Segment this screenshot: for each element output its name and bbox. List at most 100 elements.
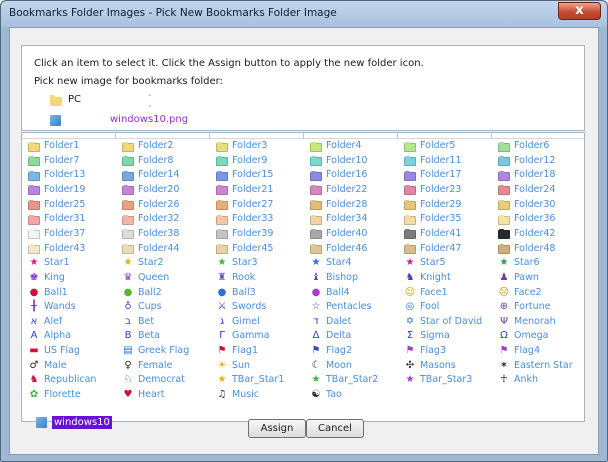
grid-item-label: Folder30 bbox=[514, 198, 556, 210]
folder-icon bbox=[310, 213, 322, 225]
grid-item-label: Folder1 bbox=[44, 140, 80, 151]
grid-item-label: Florette bbox=[44, 389, 81, 401]
folder-icon bbox=[28, 169, 40, 181]
folder-icon bbox=[498, 184, 510, 196]
grid-item-label: Bet bbox=[138, 315, 155, 327]
sigma-icon: Σ bbox=[406, 330, 414, 342]
music-icon: ♫ bbox=[217, 389, 227, 401]
grid-item-label: Folder7 bbox=[44, 154, 80, 166]
folder-icon bbox=[28, 228, 40, 240]
heart-icon: ♥ bbox=[123, 389, 133, 401]
folder-icon bbox=[122, 213, 134, 225]
chess-queen-icon: ♛ bbox=[123, 271, 133, 283]
grid-item-label: Folder17 bbox=[420, 169, 462, 181]
grid-item-label: Folder29 bbox=[420, 198, 462, 210]
grid-item-label: Bishop bbox=[326, 271, 358, 283]
ball-icon: ● bbox=[123, 286, 133, 298]
dialog-body: Click an item to select it. Click the As… bbox=[9, 27, 599, 455]
yin-yang-icon: ☯ bbox=[311, 389, 321, 401]
grid-item-label: Ball1 bbox=[44, 286, 68, 298]
grid-item-label: Folder32 bbox=[138, 213, 180, 225]
grid-item-label: Folder2 bbox=[138, 140, 174, 151]
star-icon: ★ bbox=[29, 257, 39, 269]
grid-item-label: Folder3 bbox=[232, 140, 268, 151]
republican-icon: ♞ bbox=[29, 374, 39, 386]
grid-item-label: Folder43 bbox=[44, 242, 86, 254]
star-icon: ★ bbox=[499, 257, 509, 269]
folder-icon bbox=[216, 169, 228, 181]
grid-item-label: Republican bbox=[44, 374, 97, 386]
grid-item-label: Folder14 bbox=[138, 169, 180, 181]
folder-icon bbox=[404, 213, 416, 225]
windows-logo-icon bbox=[50, 115, 61, 126]
folder-icon bbox=[122, 140, 134, 152]
pc-label: PC bbox=[68, 94, 82, 105]
grid-item-label: Democrat bbox=[138, 374, 185, 386]
ball-icon: ● bbox=[217, 286, 227, 298]
grid-item-label: Gamma bbox=[232, 330, 270, 342]
folder-icon bbox=[310, 199, 322, 211]
assign-button[interactable]: Assign bbox=[248, 419, 306, 438]
grid-item-label: Alef bbox=[44, 315, 63, 327]
folder-icon bbox=[404, 243, 416, 255]
democrat-icon: ♘ bbox=[123, 374, 133, 386]
folder-icon bbox=[404, 155, 416, 167]
grid-item-label: Pentacles bbox=[326, 301, 372, 313]
folder-icon bbox=[216, 213, 228, 225]
image-list[interactable]: Folder1 Folder2 Folder3 Folder4 Folder5 Folde… bbox=[21, 132, 585, 429]
grid-item-label: Folder37 bbox=[44, 227, 86, 239]
cups-icon: ♁ bbox=[124, 301, 132, 313]
title-bar[interactable]: Bookmarks Folder Images - Pick New Bookm… bbox=[1, 1, 607, 27]
close-button[interactable]: x bbox=[558, 2, 601, 20]
gamma-icon: Γ bbox=[219, 330, 225, 342]
grid-item-label: TBar_Star1 bbox=[232, 374, 285, 386]
grid-item-label: Folder31 bbox=[44, 213, 86, 225]
grid-item-label: Star2 bbox=[138, 257, 164, 269]
grid-item-label: Sun bbox=[232, 359, 251, 371]
alpha-icon: A bbox=[30, 330, 38, 342]
star-icon: ★ bbox=[311, 257, 321, 269]
grid-item-label: Delta bbox=[326, 330, 352, 342]
star-of-david-icon: ✡ bbox=[405, 315, 415, 327]
folder-icon bbox=[216, 228, 228, 240]
grid-item-label: Folder39 bbox=[232, 227, 274, 239]
folder-icon bbox=[216, 184, 228, 196]
folder-icon bbox=[404, 140, 416, 152]
folder-icon bbox=[498, 155, 510, 167]
grid-item-label: Folder10 bbox=[326, 154, 368, 166]
grid-item-label: Folder33 bbox=[232, 213, 274, 225]
folder-icon bbox=[310, 140, 322, 152]
omega-icon: Ω bbox=[500, 330, 508, 342]
chess-knight-icon: ♞ bbox=[405, 271, 415, 283]
grid-item-label: Flag1 bbox=[232, 345, 258, 357]
grid-item-label: King bbox=[44, 271, 65, 283]
ball-icon: ● bbox=[311, 286, 321, 298]
grid-item-label: Ball2 bbox=[138, 286, 162, 298]
star-icon: ★ bbox=[123, 257, 133, 269]
folder-icon bbox=[28, 184, 40, 196]
prompt-text: Pick new image for bookmarks folder: bbox=[34, 76, 223, 87]
cancel-button[interactable]: Cancel bbox=[306, 419, 364, 438]
grid-item-label: Folder22 bbox=[326, 183, 368, 195]
folder-icon bbox=[28, 213, 40, 225]
folder-icon bbox=[498, 169, 510, 181]
folder-icon bbox=[216, 243, 228, 255]
grid-item-label: Tao bbox=[326, 389, 342, 401]
grid-item-label: Omega bbox=[514, 330, 549, 342]
grid-item-label: Folder38 bbox=[138, 227, 180, 239]
folder-icon bbox=[310, 155, 322, 167]
grid-item-label: Folder15 bbox=[232, 169, 274, 181]
grid-item-label: Ball3 bbox=[232, 286, 256, 298]
grid-item-label: Folder24 bbox=[514, 183, 556, 195]
grid-item-label: Male bbox=[44, 359, 67, 371]
grid-item-label: Flag3 bbox=[420, 345, 446, 357]
folder-icon bbox=[498, 228, 510, 240]
smiley-face-icon: ☺ bbox=[404, 286, 416, 298]
grid-item-label: Face2 bbox=[514, 286, 542, 298]
grid-item-label: Star5 bbox=[420, 257, 446, 269]
alef-icon: א bbox=[30, 315, 38, 327]
grid-item-label: Folder42 bbox=[514, 227, 556, 239]
frowny-face-icon: ☹ bbox=[498, 286, 510, 298]
grid-item-label: Folder11 bbox=[420, 154, 462, 166]
grid-item-label: Star of David bbox=[420, 315, 483, 327]
